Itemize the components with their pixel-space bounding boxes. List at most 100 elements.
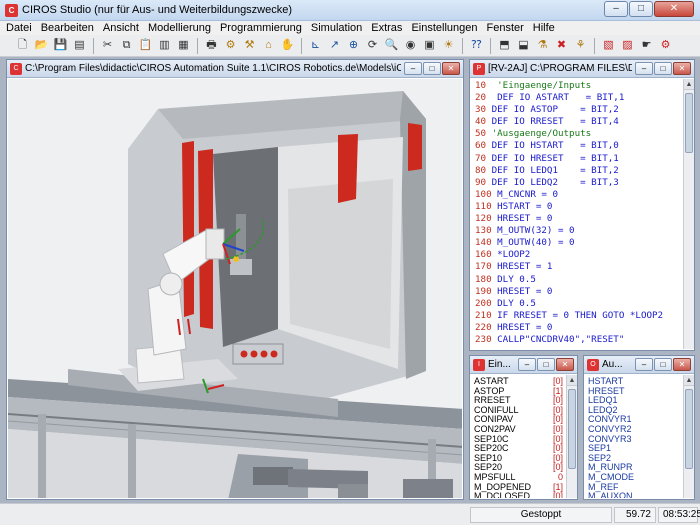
robot-icon[interactable]: ⚙: [222, 37, 239, 54]
measure-icon[interactable]: ↗: [326, 37, 343, 54]
context-help-icon[interactable]: ⁇: [468, 37, 485, 54]
teach-in-icon[interactable]: ☛: [638, 37, 655, 54]
delete-icon[interactable]: ▦: [175, 37, 192, 54]
io-output-row[interactable]: M_AUXON: [588, 492, 683, 498]
eye-icon[interactable]: ◉: [402, 37, 419, 54]
scroll-thumb[interactable]: [685, 389, 693, 469]
code-line[interactable]: 30 DEF IO ASTOP = BIT,2: [475, 104, 683, 116]
menu-modellierung[interactable]: Modellierung: [148, 21, 211, 35]
import-icon[interactable]: ⬒: [496, 37, 513, 54]
scroll-thumb[interactable]: [568, 389, 576, 469]
code-line[interactable]: 50 'Ausgaenge/Outputs: [475, 128, 683, 140]
code-line[interactable]: 210 IF RRESET = 0 THEN GOTO *LOOP2: [475, 310, 683, 322]
code-line[interactable]: 160 *LOOP2: [475, 249, 683, 261]
model-library-icon[interactable]: ⬓: [515, 37, 532, 54]
settings-icon[interactable]: ⚙: [657, 37, 674, 54]
editor-minimize-button[interactable]: –: [635, 62, 653, 75]
inputs-close-button[interactable]: ✕: [556, 358, 574, 371]
code-line[interactable]: 200 DLY 0.5: [475, 298, 683, 310]
outputs-scrollbar[interactable]: ▲: [683, 375, 694, 498]
inputs-maximize-button[interactable]: □: [537, 358, 555, 371]
editor-titlebar[interactable]: P [RV-2AJ] C:\PROGRAM FILES\DIDA... – □ …: [470, 60, 694, 78]
inputs-minimize-button[interactable]: –: [518, 358, 536, 371]
code-line[interactable]: 220 HRESET = 0: [475, 322, 683, 334]
3d-scene-view[interactable]: [8, 79, 462, 498]
home-icon[interactable]: ⌂: [260, 37, 277, 54]
tool-icon[interactable]: ⚗: [534, 37, 551, 54]
code-line[interactable]: 80 DEF IO LEDQ1 = BIT,2: [475, 165, 683, 177]
code-line[interactable]: 140 M_OUTW(40) = 0: [475, 237, 683, 249]
viewport-maximize-button[interactable]: □: [423, 62, 441, 75]
viewport-minimize-button[interactable]: –: [404, 62, 422, 75]
zoom-icon[interactable]: 🔍: [383, 37, 400, 54]
maximize-button[interactable]: □: [629, 1, 653, 17]
code-line[interactable]: 100 M_CNCNR = 0: [475, 189, 683, 201]
outputs-maximize-button[interactable]: □: [654, 358, 672, 371]
minimize-button[interactable]: –: [604, 1, 628, 17]
io-input-row[interactable]: M_DCLOSED [0]: [474, 492, 566, 498]
viewport-titlebar[interactable]: C C:\Program Files\didactic\CIROS Automa…: [7, 60, 463, 78]
save-all-icon[interactable]: ▤: [71, 37, 88, 54]
print-icon[interactable]: 🖶: [203, 37, 220, 54]
code-line[interactable]: 110 HSTART = 0: [475, 201, 683, 213]
outputs-list[interactable]: HSTART HRESET LEDQ1 LEDQ2 CONVYR1 CONVYR2 CONV…: [585, 375, 683, 498]
editor-maximize-button[interactable]: □: [654, 62, 672, 75]
scroll-up-icon[interactable]: ▲: [567, 375, 577, 386]
viewport-close-button[interactable]: ✕: [442, 62, 460, 75]
code-line[interactable]: 90 DEF IO LEDQ2 = BIT,3: [475, 177, 683, 189]
code-line[interactable]: 230 CALLP"CNCDRV40","RESET": [475, 334, 683, 346]
save-icon[interactable]: 💾: [52, 37, 69, 54]
menu-datei[interactable]: Datei: [6, 21, 32, 35]
cut-icon[interactable]: ✂: [99, 37, 116, 54]
teach-icon[interactable]: ⚒: [241, 37, 258, 54]
light-icon[interactable]: ☀: [440, 37, 457, 54]
io-panel-icon[interactable]: ▧: [600, 37, 617, 54]
editor-close-button[interactable]: ✕: [673, 62, 691, 75]
menu-einstellungen[interactable]: Einstellungen: [411, 21, 477, 35]
code-line[interactable]: 180 DLY 0.5: [475, 274, 683, 286]
scroll-up-icon[interactable]: ▲: [684, 375, 694, 386]
menu-simulation[interactable]: Simulation: [311, 21, 362, 35]
outputs-close-button[interactable]: ✕: [673, 358, 691, 371]
code-line[interactable]: 60 DEF IO HSTART = BIT,0: [475, 140, 683, 152]
paste-special-icon[interactable]: ▥: [156, 37, 173, 54]
editor-scrollbar[interactable]: ▲: [683, 79, 694, 349]
status-bar: Gestoppt 59.72 s 08:53:25: [0, 503, 700, 525]
code-line[interactable]: 20 DEF IO ASTART = BIT,1: [475, 92, 683, 104]
copy-icon[interactable]: ⧉: [118, 37, 135, 54]
outputs-minimize-button[interactable]: –: [635, 358, 653, 371]
rotate-view-icon[interactable]: ⟳: [364, 37, 381, 54]
paste-icon[interactable]: 📋: [137, 37, 154, 54]
coordinate-icon[interactable]: ⊾: [307, 37, 324, 54]
grip-icon[interactable]: ✋: [279, 37, 296, 54]
program-file-icon: P: [473, 63, 485, 75]
menu-bearbeiten[interactable]: Bearbeiten: [41, 21, 94, 35]
code-line[interactable]: 10 'Eingaenge/Inputs: [475, 80, 683, 92]
menu-fenster[interactable]: Fenster: [487, 21, 524, 35]
program-code-editor[interactable]: 10 'Eingaenge/Inputs 20 DEF IO ASTART = B…: [471, 79, 683, 349]
new-document-icon[interactable]: 🗋: [14, 37, 31, 54]
inputs-panel-titlebar[interactable]: I Ein... – □ ✕: [470, 356, 577, 374]
scroll-thumb[interactable]: [685, 93, 693, 153]
menu-programmierung[interactable]: Programmierung: [220, 21, 302, 35]
outputs-panel-titlebar[interactable]: O Au... – □ ✕: [584, 356, 694, 374]
open-folder-icon[interactable]: 📂: [33, 37, 50, 54]
code-line[interactable]: 40 DEF IO RRESET = BIT,4: [475, 116, 683, 128]
scroll-up-icon[interactable]: ▲: [684, 79, 694, 90]
snap-icon[interactable]: ⊕: [345, 37, 362, 54]
code-line[interactable]: 190 HRESET = 0: [475, 286, 683, 298]
close-button[interactable]: ✕: [654, 1, 694, 17]
code-line[interactable]: 130 M_OUTW(32) = 0: [475, 225, 683, 237]
collision-icon[interactable]: ✖: [553, 37, 570, 54]
menu-ansicht[interactable]: Ansicht: [103, 21, 139, 35]
menu-extras[interactable]: Extras: [371, 21, 402, 35]
menu-hilfe[interactable]: Hilfe: [533, 21, 555, 35]
io-monitor-icon[interactable]: ▨: [619, 37, 636, 54]
code-line[interactable]: 120 HRESET = 0: [475, 213, 683, 225]
inputs-scrollbar[interactable]: ▲: [566, 375, 577, 498]
gripper-icon[interactable]: ⚘: [572, 37, 589, 54]
code-line[interactable]: 170 HRESET = 1: [475, 261, 683, 273]
inputs-list[interactable]: ASTART [0] ASTOP [1] RRESET [0] CONIFULL [0] CON…: [471, 375, 566, 498]
camera-icon[interactable]: ▣: [421, 37, 438, 54]
code-line[interactable]: 70 DEF IO HRESET = BIT,1: [475, 153, 683, 165]
